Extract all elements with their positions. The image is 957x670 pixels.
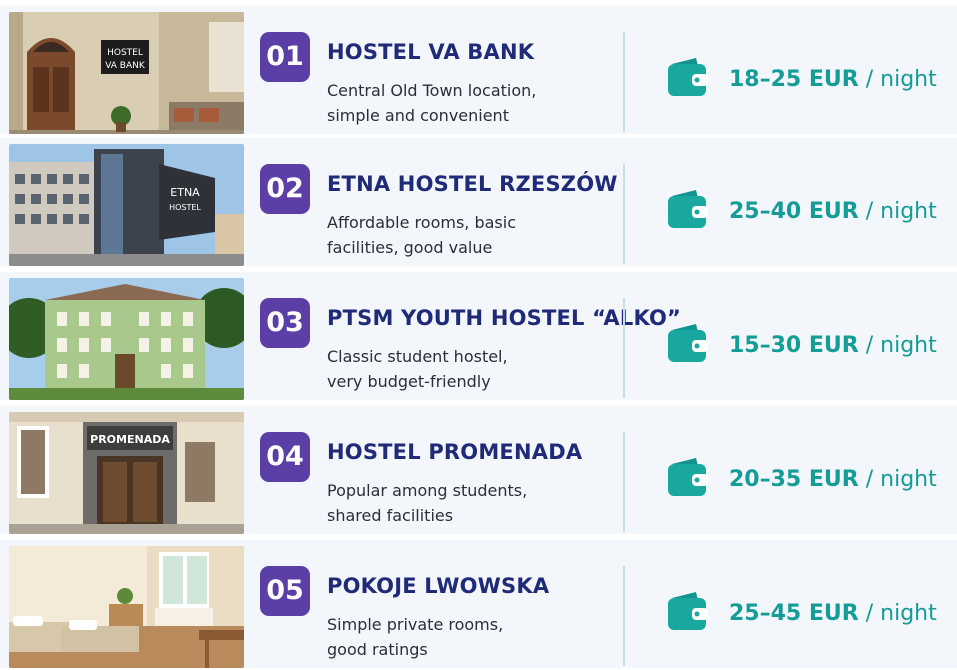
hostel-price: 15–30 EUR / night	[729, 333, 937, 358]
hostel-name: POKOJE LWOWSKA	[327, 574, 550, 598]
hostel-description: Simple private rooms, good ratings	[327, 612, 607, 662]
hostel-price: 25–45 EUR / night	[729, 601, 937, 626]
sign-line-2: HOSTEL	[169, 203, 201, 212]
sign-line-2: VA BANK	[105, 61, 146, 71]
description-line: simple and convenient	[327, 106, 509, 125]
hostel-card[interactable]: PROMENADA 04 HOSTEL PROMENADA Popular am…	[0, 406, 957, 536]
hostel-name: PTSM YOUTH HOSTEL “ALKO”	[327, 306, 682, 330]
description-line: shared facilities	[327, 506, 454, 525]
hostel-name: HOSTEL PROMENADA	[327, 440, 583, 464]
description-line: good ratings	[327, 640, 428, 659]
hostel-photo-lwowska	[9, 546, 244, 668]
hostel-number-badge: 01	[260, 32, 310, 82]
sign-line-1: HOSTEL	[107, 48, 143, 58]
price-unit: / night	[865, 67, 937, 92]
hostel-number-badge: 04	[260, 432, 310, 482]
hostel-description: Central Old Town location, simple and co…	[327, 78, 607, 128]
description-line: very budget-friendly	[327, 372, 491, 391]
divider	[623, 298, 625, 398]
hostel-name: ETNA HOSTEL RZESZÓW	[327, 172, 618, 196]
price-amount: 25–40 EUR	[729, 199, 859, 224]
wallet-icon	[666, 188, 710, 232]
description-line: Affordable rooms, basic	[327, 213, 516, 232]
description-line: Simple private rooms,	[327, 615, 504, 634]
hostel-card[interactable]: 03 PTSM YOUTH HOSTEL “ALKO” Classic stud…	[0, 272, 957, 402]
price-unit: / night	[865, 601, 937, 626]
description-line: Popular among students,	[327, 481, 528, 500]
hostel-number-badge: 02	[260, 164, 310, 214]
hostel-list: HOSTEL VA BANK 01 HOSTEL VA BANK Central…	[0, 0, 957, 670]
hostel-card[interactable]: 05 POKOJE LWOWSKA Simple private rooms, …	[0, 540, 957, 670]
hostel-card[interactable]: ETNA HOSTEL 02 ETNA HOSTEL RZESZÓW Affor…	[0, 138, 957, 268]
hostel-description: Affordable rooms, basic facilities, good…	[327, 210, 607, 260]
price-unit: / night	[865, 467, 937, 492]
wallet-icon	[666, 322, 710, 366]
hostel-card[interactable]: HOSTEL VA BANK 01 HOSTEL VA BANK Central…	[0, 6, 957, 136]
price-unit: / night	[865, 333, 937, 358]
price-amount: 20–35 EUR	[729, 467, 859, 492]
hostel-photo-promenada: PROMENADA	[9, 412, 244, 534]
hostel-photo-etna: ETNA HOSTEL	[9, 144, 244, 266]
wallet-icon	[666, 56, 710, 100]
hostel-price: 18–25 EUR / night	[729, 67, 937, 92]
sign-line-1: PROMENADA	[90, 433, 170, 446]
price-unit: / night	[865, 199, 937, 224]
description-line: Central Old Town location,	[327, 81, 537, 100]
description-line: Classic student hostel,	[327, 347, 508, 366]
price-amount: 25–45 EUR	[729, 601, 859, 626]
divider	[623, 432, 625, 532]
sign-line-1: ETNA	[170, 186, 200, 199]
hostel-description: Classic student hostel, very budget-frie…	[327, 344, 607, 394]
hostel-price: 25–40 EUR / night	[729, 199, 937, 224]
hostel-number-badge: 05	[260, 566, 310, 616]
wallet-icon	[666, 590, 710, 634]
hostel-description: Popular among students, shared facilitie…	[327, 478, 607, 528]
divider	[623, 164, 625, 264]
wallet-icon	[666, 456, 710, 500]
hostel-price: 20–35 EUR / night	[729, 467, 937, 492]
hostel-name: HOSTEL VA BANK	[327, 40, 535, 64]
divider	[623, 566, 625, 666]
hostel-photo-alko	[9, 278, 244, 400]
hostel-number-badge: 03	[260, 298, 310, 348]
description-line: facilities, good value	[327, 238, 493, 257]
price-amount: 15–30 EUR	[729, 333, 859, 358]
divider	[623, 32, 625, 132]
price-amount: 18–25 EUR	[729, 67, 859, 92]
hostel-photo-va-bank: HOSTEL VA BANK	[9, 12, 244, 134]
